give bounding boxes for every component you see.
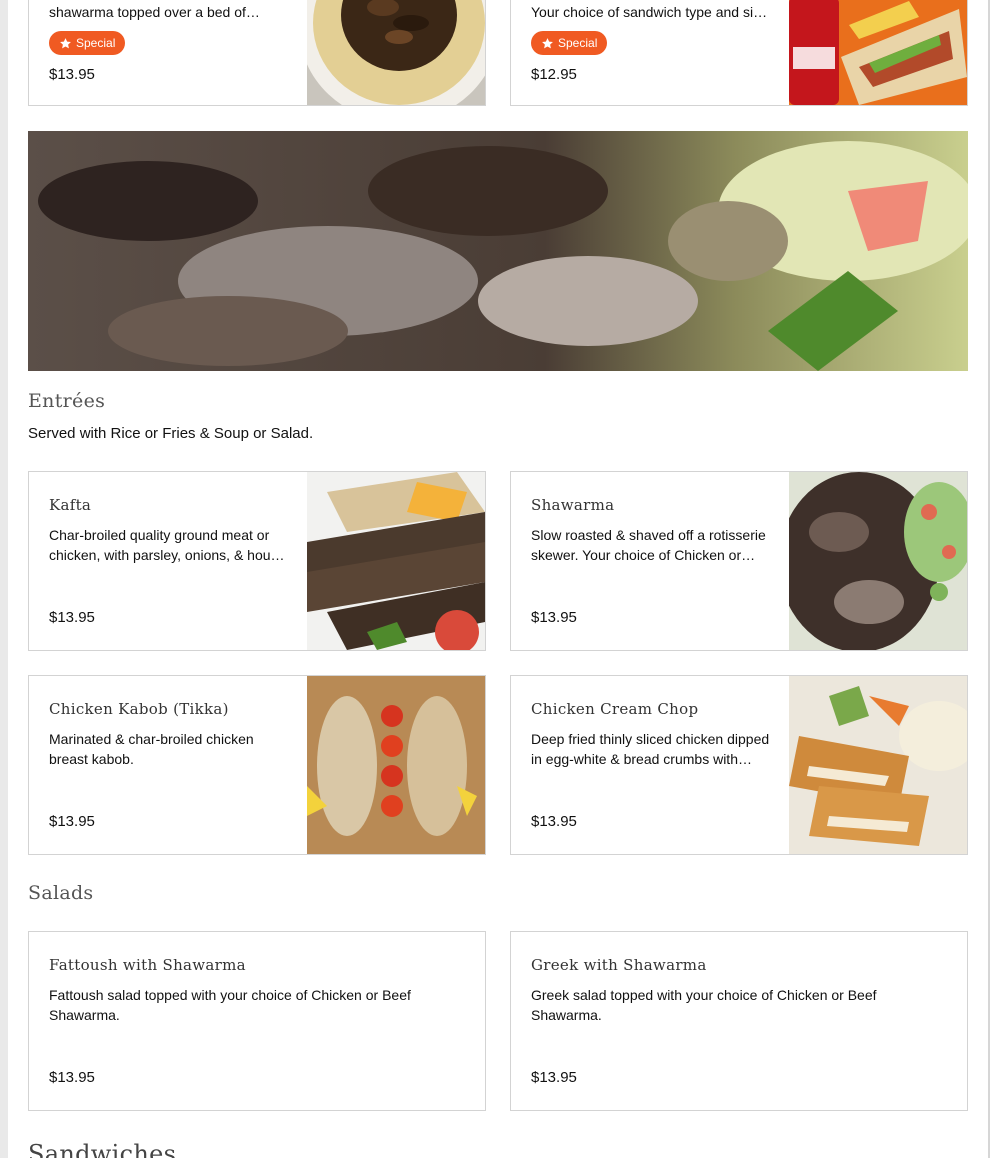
wrap-combo-photo xyxy=(789,0,967,105)
menu-card-fattoush-shawarma[interactable]: Fattoush with Shawarma Fattoush salad to… xyxy=(28,931,486,1111)
item-name: Chicken Kabob (Tikka) xyxy=(49,700,229,718)
item-price: $13.95 xyxy=(49,609,95,626)
kafta-photo xyxy=(307,472,485,650)
item-price: $12.95 xyxy=(531,66,577,83)
section-title-sandwiches: Sandwiches xyxy=(28,1140,177,1158)
special-badge: Special xyxy=(531,31,608,55)
star-icon xyxy=(60,37,71,48)
section-subtitle-entrees: Served with Rice or Fries & Soup or Sala… xyxy=(28,425,314,442)
item-price: $13.95 xyxy=(49,1069,95,1086)
menu-card-chicken-kabob[interactable]: Chicken Kabob (Tikka) Marinated & char-b… xyxy=(28,675,486,855)
item-price: $13.95 xyxy=(49,66,95,83)
item-price: $13.95 xyxy=(531,813,577,830)
badge-label: Special xyxy=(76,36,116,50)
shawarma-banner-photo xyxy=(28,131,968,371)
item-name: Fattoush with Shawarma xyxy=(49,956,246,974)
item-description: Marinated & char-broiled chicken breast … xyxy=(49,731,254,767)
item-description: Slow roasted & shaved off a rotisserie s… xyxy=(531,527,766,563)
item-name: Shawarma xyxy=(531,496,615,514)
hummus-shawarma-photo xyxy=(307,0,485,105)
item-description: Your choice of sandwich type and side wi… xyxy=(531,4,769,20)
item-price: $13.95 xyxy=(531,609,577,626)
star-icon xyxy=(542,37,553,48)
item-price: $13.95 xyxy=(531,1069,577,1086)
special-badge: Special xyxy=(49,31,126,55)
chicken-cream-chop-photo xyxy=(789,676,967,854)
item-description: Fattoush salad topped with your choice o… xyxy=(49,987,411,1023)
shawarma-photo xyxy=(789,472,967,650)
item-description: Deep fried thinly sliced chicken dipped … xyxy=(531,731,770,767)
chicken-kabob-photo xyxy=(307,676,485,854)
item-name: Greek with Shawarma xyxy=(531,956,707,974)
menu-card-chicken-cream-chop[interactable]: Chicken Cream Chop Deep fried thinly sli… xyxy=(510,675,968,855)
item-description: Greek salad topped with your choice of C… xyxy=(531,987,877,1023)
item-price: $13.95 xyxy=(49,813,95,830)
badge-label: Special xyxy=(558,36,598,50)
item-name: Chicken Cream Chop xyxy=(531,700,699,718)
menu-card-greek-shawarma[interactable]: Greek with Shawarma Greek salad topped w… xyxy=(510,931,968,1111)
item-name: Kafta xyxy=(49,496,92,514)
menu-card-hummus-shawarma[interactable]: shawarma topped over a bed of hummus. Sp… xyxy=(28,0,486,106)
menu-card-shawarma[interactable]: Shawarma Slow roasted & shaved off a rot… xyxy=(510,471,968,651)
section-title-salads: Salads xyxy=(28,882,94,904)
menu-card-kafta[interactable]: Kafta Char-broiled quality ground meat o… xyxy=(28,471,486,651)
menu-card-wrap-combo[interactable]: Your choice of sandwich type and side wi… xyxy=(510,0,968,106)
item-description: shawarma topped over a bed of hummus. xyxy=(49,4,246,20)
item-description: Char-broiled quality ground meat or chic… xyxy=(49,527,286,563)
section-title-entrees: Entrées xyxy=(28,390,106,412)
